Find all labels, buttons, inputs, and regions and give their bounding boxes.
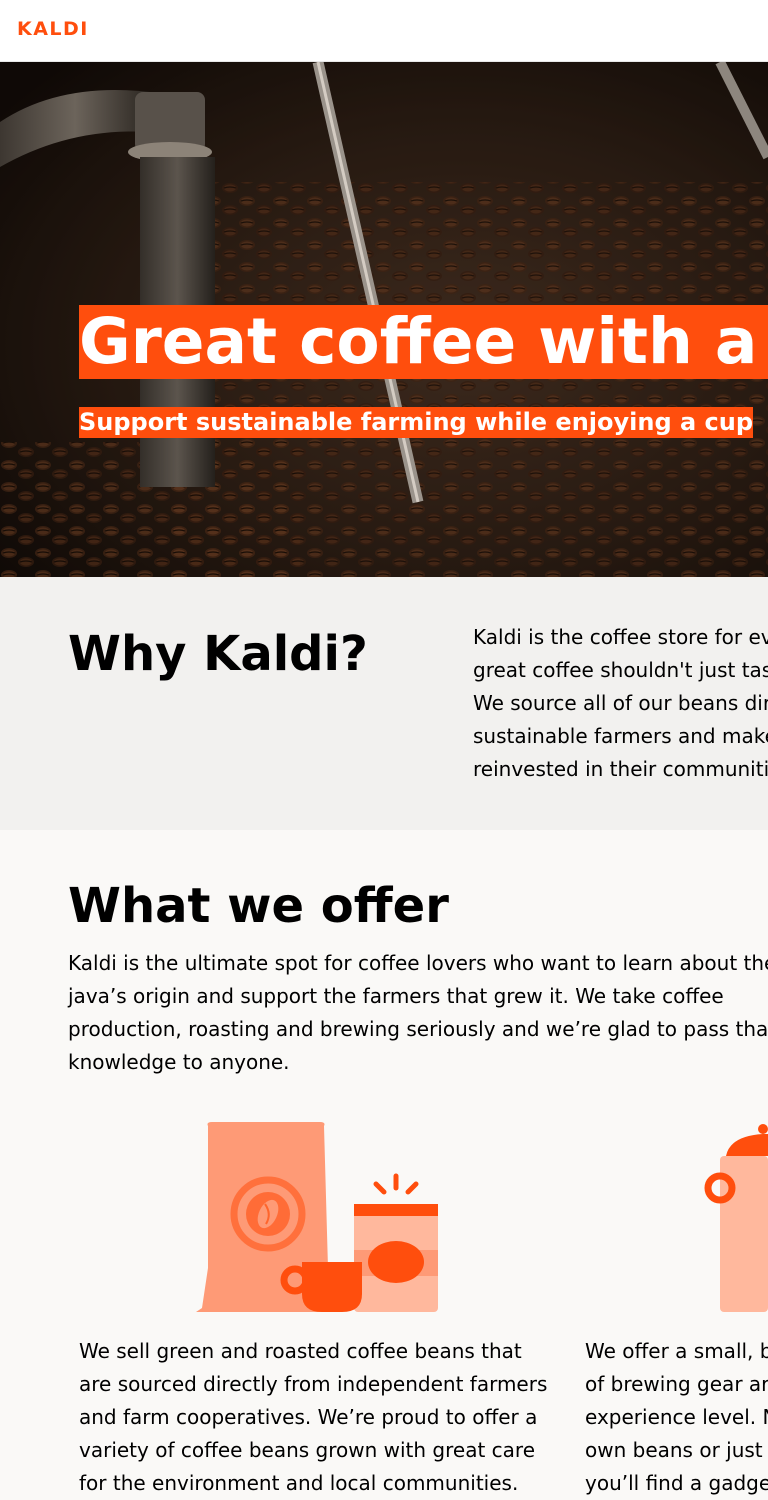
offer-description: Kaldi is the ultimate spot for coffee lo… bbox=[68, 951, 768, 1074]
why-section: Why Kaldi? Kaldi is the coffee store for… bbox=[0, 577, 768, 830]
why-line: Kaldi is the coffee store for ev bbox=[473, 625, 768, 649]
why-line: We source all of our beans dir bbox=[473, 691, 768, 715]
hero-title: Great coffee with a co bbox=[79, 305, 768, 379]
gear-line: experience level. N bbox=[585, 1405, 768, 1429]
coffee-beans-illustration bbox=[196, 1122, 438, 1312]
gear-line: own beans or just l bbox=[585, 1438, 768, 1462]
hero-section: Great coffee with a co Support sustainab… bbox=[0, 62, 768, 577]
brewing-gear-illustration bbox=[704, 1124, 768, 1312]
hero-subtitle: Support sustainable farming while enjoyi… bbox=[79, 407, 754, 438]
gear-line: of brewing gear ar bbox=[585, 1372, 768, 1396]
site-header: KALDI bbox=[0, 0, 768, 62]
offer-card-gear-text: We offer a small, b of brewing gear ar e… bbox=[585, 1335, 768, 1500]
why-description: Kaldi is the coffee store for ev great c… bbox=[473, 621, 768, 786]
why-title: Why Kaldi? bbox=[68, 626, 368, 682]
offer-card-beans-text: We sell green and roasted coffee beans t… bbox=[79, 1339, 548, 1495]
gear-line: you’ll find a gadge bbox=[585, 1471, 768, 1495]
kaldi-logo[interactable]: KALDI bbox=[17, 18, 89, 40]
why-line: reinvested in their communiti bbox=[473, 757, 768, 781]
gear-line: We offer a small, b bbox=[585, 1339, 768, 1363]
why-line: great coffee shouldn't just tas bbox=[473, 658, 768, 682]
why-line: sustainable farmers and make bbox=[473, 724, 768, 748]
offer-title: What we offer bbox=[68, 878, 449, 934]
